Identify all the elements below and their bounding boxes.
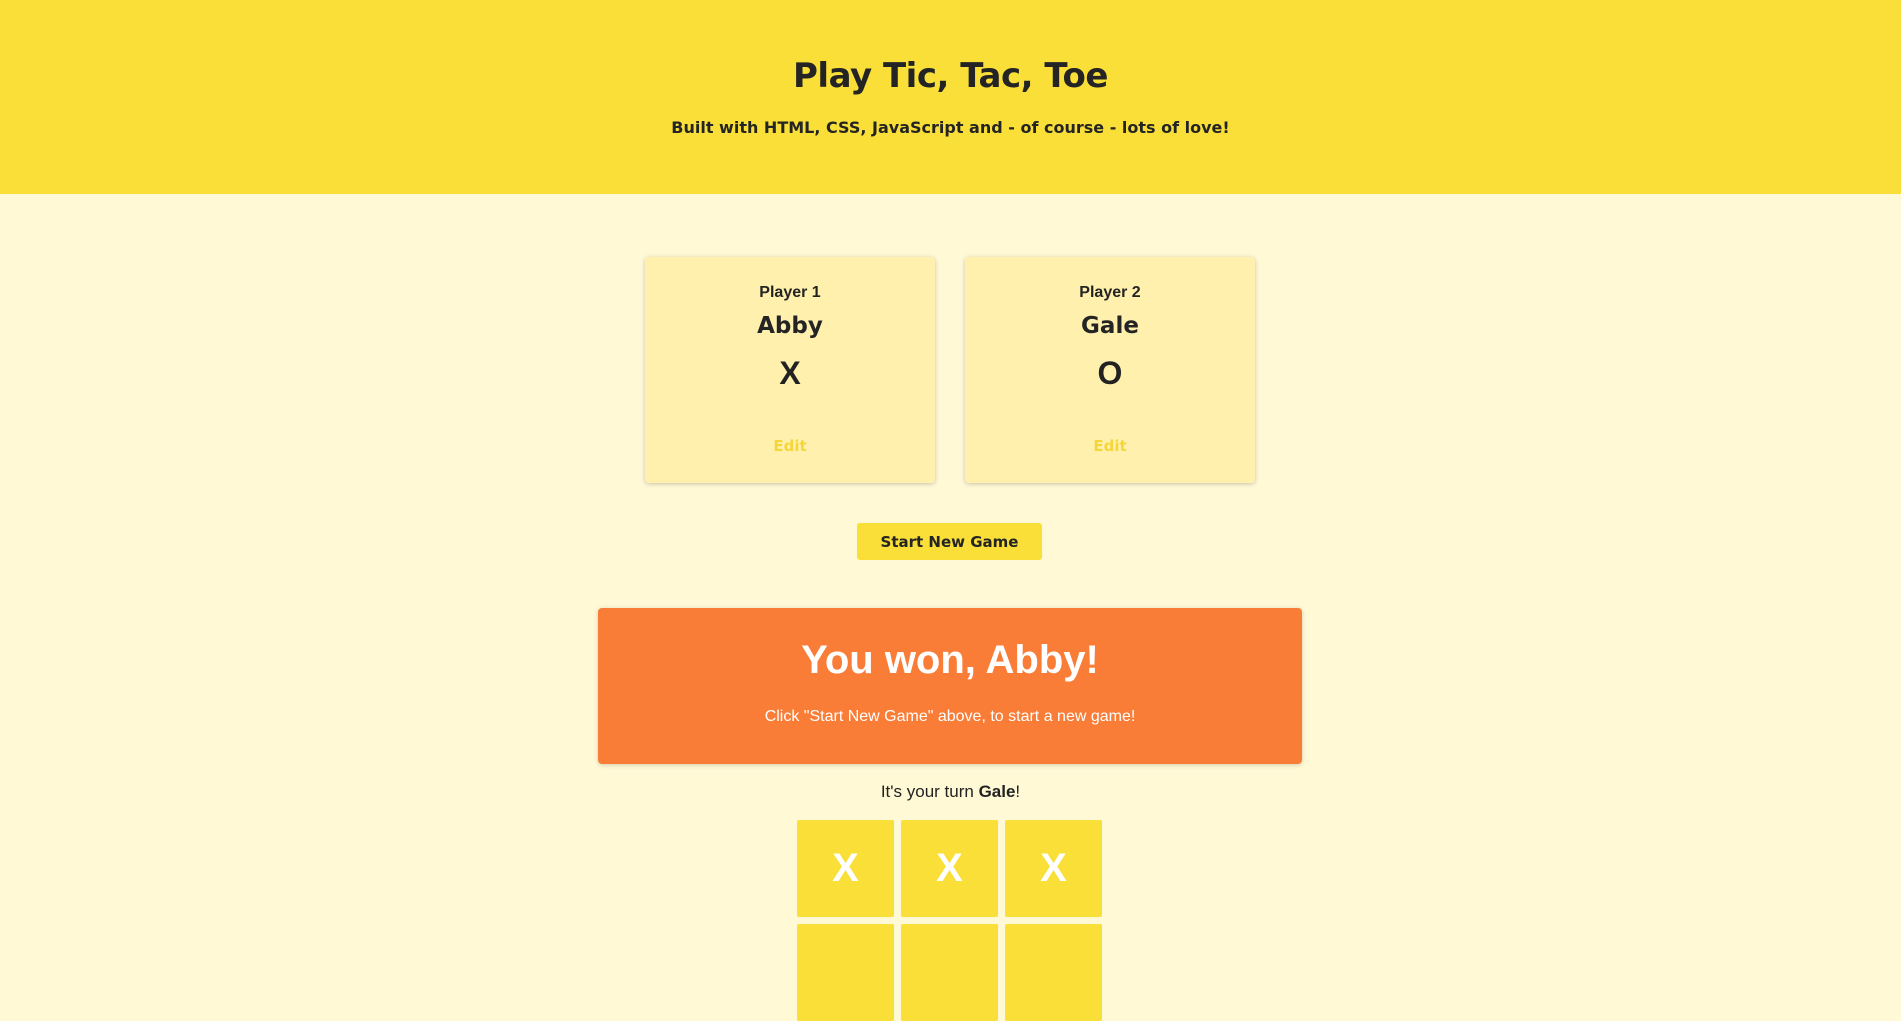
turn-indicator: It's your turn Gale! [0,782,1901,802]
player-2-label: Player 2 [1079,284,1141,301]
player-2-card: Player 2 Gale O Edit [965,257,1255,483]
board-cell[interactable]: X [797,820,894,917]
game-over-banner: You won, Abby! Click "Start New Game" ab… [598,608,1302,764]
board-cell[interactable] [901,924,998,1021]
player-1-label: Player 1 [759,284,821,301]
turn-player-name: Gale [978,782,1016,801]
player-1-symbol: X [779,355,801,391]
player-1-edit-button[interactable]: Edit [765,435,814,457]
player-2-symbol: O [1097,355,1123,391]
page-header: Play Tic, Tac, Toe Built with HTML, CSS,… [0,0,1901,194]
page-title: Play Tic, Tac, Toe [793,56,1108,96]
player-1-name: Abby [757,313,823,339]
turn-prefix: It's your turn [880,782,979,801]
game-over-message: Click "Start New Game" above, to start a… [764,708,1136,725]
game-over-title: You won, Abby! [801,638,1099,682]
player-1-card: Player 1 Abby X Edit [645,257,935,483]
start-new-game-button[interactable]: Start New Game [857,523,1042,560]
board-cell[interactable]: X [901,820,998,917]
turn-suffix: ! [1015,782,1021,801]
board-cell[interactable] [1005,924,1102,1021]
board-cell[interactable]: X [1005,820,1102,917]
player-2-name: Gale [1081,313,1139,339]
player-2-edit-button[interactable]: Edit [1085,435,1134,457]
board-cell[interactable] [797,924,894,1021]
page-subtitle: Built with HTML, CSS, JavaScript and - o… [671,118,1230,137]
